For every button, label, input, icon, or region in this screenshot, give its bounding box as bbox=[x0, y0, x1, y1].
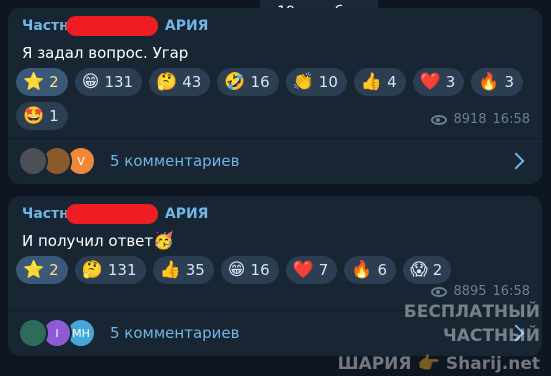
channel-message[interactable]: Частн АРИЯ Я задал вопрос. Угар ⭐ 2 😁 131 🤔 43… bbox=[8, 8, 542, 184]
reaction-chip[interactable]: ⭐ 2 bbox=[16, 68, 68, 96]
reaction-chip[interactable]: 🤔 43 bbox=[149, 68, 211, 96]
reaction-count: 6 bbox=[377, 261, 388, 279]
watermark-line2-left: ШАРИЯ bbox=[337, 354, 412, 374]
message-text: Я задал вопрос. Угар bbox=[22, 44, 189, 62]
reaction-emoji-icon: 👍 bbox=[159, 259, 181, 280]
reaction-emoji-icon: 🤩 bbox=[23, 105, 45, 126]
reaction-chip[interactable]: 🔥 3 bbox=[471, 68, 524, 96]
reaction-count: 1 bbox=[49, 107, 59, 125]
reaction-emoji-icon: ❤️ bbox=[419, 71, 441, 92]
avatar bbox=[18, 318, 48, 348]
comments-label: 5 комментариев bbox=[110, 152, 240, 170]
message-time: 16:58 bbox=[492, 112, 530, 127]
sender-prefix: Частн bbox=[22, 18, 69, 34]
reaction-emoji-icon: ⭐ bbox=[23, 71, 45, 92]
message-time: 16:58 bbox=[492, 284, 530, 299]
reaction-chip[interactable]: ⭐ 2 bbox=[16, 256, 68, 284]
reaction-chip[interactable]: 🔥 6 bbox=[344, 256, 397, 284]
reaction-emoji-icon: 😁 bbox=[81, 71, 100, 92]
reaction-count: 4 bbox=[387, 73, 397, 91]
reaction-chip[interactable]: 🤩 1 bbox=[16, 102, 68, 130]
reaction-emoji-icon: 🔥 bbox=[478, 71, 500, 92]
message-text: И получил ответ🥳 bbox=[22, 232, 174, 250]
watermark: БЕСПЛАТНЫЙ ЧАСТНЫЙ ШАРИЯ 👉 Sharij.net bbox=[318, 300, 540, 374]
message-meta: 8918 16:58 bbox=[431, 112, 530, 127]
reaction-emoji-icon: 😱 bbox=[410, 259, 428, 280]
sender-suffix: АРИЯ bbox=[164, 18, 209, 34]
reaction-count: 131 bbox=[104, 73, 134, 91]
reaction-count: 35 bbox=[185, 261, 205, 279]
reaction-chip[interactable]: 👍 4 bbox=[353, 68, 406, 96]
views-icon bbox=[431, 114, 448, 125]
reaction-emoji-icon: ⭐ bbox=[23, 259, 45, 280]
watermark-line1: БЕСПЛАТНЫЙ ЧАСТНЫЙ bbox=[403, 302, 540, 346]
reaction-chip[interactable]: 😁 16 bbox=[220, 256, 279, 284]
reaction-emoji-icon: 😁 bbox=[227, 259, 246, 280]
chevron-right-icon bbox=[507, 152, 525, 170]
party-face-emoji: 🥳 bbox=[153, 231, 175, 251]
reaction-chip[interactable]: 😁 131 bbox=[74, 68, 143, 96]
reaction-chip[interactable]: 👏 10 bbox=[285, 68, 347, 96]
pointing-hand-icon: 👉 bbox=[417, 353, 440, 374]
reaction-count: 10 bbox=[318, 73, 338, 91]
reaction-chip[interactable]: ❤️ 7 bbox=[285, 256, 338, 284]
reaction-emoji-icon: 🔥 bbox=[351, 259, 373, 280]
reaction-count: 43 bbox=[182, 73, 202, 91]
reaction-count: 3 bbox=[445, 73, 456, 91]
reaction-emoji-icon: 🤔 bbox=[81, 259, 103, 280]
reaction-count: 2 bbox=[432, 261, 443, 279]
reaction-count: 3 bbox=[504, 73, 515, 91]
reaction-chip[interactable]: 😱 2 bbox=[403, 256, 452, 284]
reaction-count: 7 bbox=[318, 261, 329, 279]
reaction-count: 16 bbox=[250, 261, 270, 279]
commenter-avatars: V bbox=[18, 146, 106, 176]
reaction-chip[interactable]: 🤣 16 bbox=[217, 68, 279, 96]
watermark-line2-right: Sharij.net bbox=[445, 354, 540, 374]
comments-button[interactable]: V 5 комментариев bbox=[8, 139, 542, 183]
avatar bbox=[18, 146, 48, 176]
views-count: 8895 bbox=[453, 284, 487, 299]
reaction-emoji-icon: 🤣 bbox=[224, 71, 246, 92]
reaction-count: 2 bbox=[49, 73, 59, 91]
reaction-emoji-icon: 🤔 bbox=[156, 71, 178, 92]
views-count: 8918 bbox=[453, 112, 487, 127]
reaction-count: 16 bbox=[250, 73, 270, 91]
reactions-row: ⭐ 2 🤔 131 👍 35 😁 16 ❤️ 7 🔥 6 😱 2 bbox=[16, 256, 526, 284]
message-text-content: И получил ответ bbox=[22, 232, 154, 250]
commenter-avatars: I МН bbox=[18, 318, 106, 348]
reaction-count: 2 bbox=[49, 261, 59, 279]
sender-suffix: АРИЯ bbox=[164, 206, 209, 222]
reaction-chip[interactable]: 🤔 131 bbox=[74, 256, 146, 284]
reaction-emoji-icon: 👍 bbox=[360, 71, 383, 92]
views-icon bbox=[431, 286, 448, 297]
redaction-mark bbox=[66, 16, 158, 36]
reaction-chip[interactable]: 👍 35 bbox=[152, 256, 214, 284]
reaction-emoji-icon: ❤️ bbox=[292, 259, 314, 280]
reaction-chip[interactable]: ❤️ 3 bbox=[412, 68, 465, 96]
message-meta: 8895 16:58 bbox=[431, 284, 530, 299]
sender-prefix: Частн bbox=[22, 206, 69, 222]
reaction-emoji-icon: 👏 bbox=[292, 71, 314, 92]
reaction-count: 131 bbox=[107, 261, 137, 279]
redaction-mark bbox=[66, 204, 158, 224]
